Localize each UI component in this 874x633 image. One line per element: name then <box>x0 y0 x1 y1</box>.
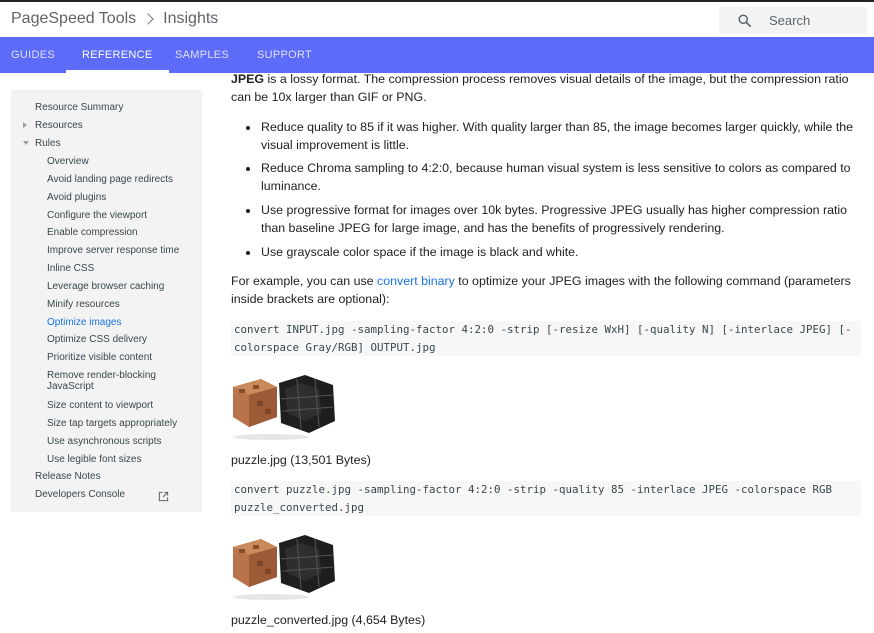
nav-rule-item[interactable]: Avoid landing page redirects <box>47 174 173 185</box>
tab-support[interactable]: SUPPORT <box>257 37 312 73</box>
nav-rule-item[interactable]: Size content to viewport <box>47 400 153 411</box>
nav-resources[interactable]: Resources <box>35 120 83 131</box>
top-header: PageSpeed Tools Insights <box>0 0 874 37</box>
nav-rule-item[interactable]: Improve server response time <box>47 245 179 256</box>
jpeg-intro-text: is a lossy format. The compression proce… <box>231 72 849 104</box>
nav-rules[interactable]: Rules <box>35 138 61 149</box>
nav-rule-item[interactable]: Enable compression <box>47 227 138 238</box>
nav-developers-console[interactable]: Developers Console <box>35 489 169 502</box>
example-paragraph: For example, you can use convert binary … <box>231 273 861 308</box>
chevron-right-icon <box>142 13 154 25</box>
jpeg-term: JPEG <box>231 72 265 86</box>
collapse-arrow-icon[interactable] <box>23 141 29 145</box>
nav-resource-summary[interactable]: Resource Summary <box>35 102 123 113</box>
puzzle-image <box>231 373 335 443</box>
nav-release-notes[interactable]: Release Notes <box>35 471 101 482</box>
tab-samples[interactable]: SAMPLES <box>175 37 229 73</box>
list-item: Use progressive format for images over 1… <box>246 202 861 237</box>
jpeg-intro-paragraph: JPEG is a lossy format. The compression … <box>231 71 861 106</box>
nav-rule-item[interactable]: Prioritize visible content <box>47 352 152 363</box>
convert-binary-link[interactable]: convert binary <box>377 274 455 288</box>
nav-rule-item[interactable]: Minify resources <box>47 299 120 310</box>
nav-rule-item[interactable]: Configure the viewport <box>47 210 147 221</box>
nav-rule-item[interactable]: Avoid plugins <box>47 192 106 203</box>
nav-rule-item[interactable]: Remove render-blocking JavaScript <box>47 370 187 392</box>
nav-rule-item[interactable]: Size tap targets appropriately <box>47 418 177 429</box>
search-box[interactable] <box>719 7 867 34</box>
list-item: Reduce Chroma sampling to 4:2:0, because… <box>246 160 861 195</box>
list-item: Reduce quality to 85 if it was higher. W… <box>246 119 861 154</box>
nav-rule-item[interactable]: Use asynchronous scripts <box>47 436 162 447</box>
nav-rule-item[interactable]: Optimize CSS delivery <box>47 334 147 345</box>
code-block: convert INPUT.jpg -sampling-factor 4:2:0… <box>231 321 861 357</box>
expand-arrow-icon[interactable] <box>23 122 27 128</box>
sidebar-nav: Resource Summary Resources Rules Overvie… <box>11 90 202 512</box>
example-text: For example, you can use <box>231 274 378 288</box>
code-block: convert puzzle.jpg -sampling-factor 4:2:… <box>231 481 861 517</box>
external-link-icon <box>158 491 169 502</box>
search-icon[interactable] <box>737 13 752 28</box>
product-title[interactable]: PageSpeed Tools <box>11 10 136 28</box>
tab-bar: GUIDES REFERENCE SAMPLES SUPPORT <box>0 37 874 73</box>
nav-rule-item[interactable]: Use legible font sizes <box>47 454 142 465</box>
nav-rule-item-active[interactable]: Optimize images <box>47 317 121 328</box>
image-caption: puzzle_converted.jpg (4,654 Bytes) <box>231 613 426 627</box>
list-item: Use grayscale color space if the image i… <box>246 244 861 262</box>
tab-reference[interactable]: REFERENCE <box>66 37 168 73</box>
nav-rule-item[interactable]: Inline CSS <box>47 263 94 274</box>
nav-rule-item[interactable]: Overview <box>47 156 89 167</box>
puzzle-converted-image <box>231 533 335 603</box>
breadcrumb: PageSpeed Tools Insights <box>11 10 218 28</box>
nav-rule-item[interactable]: Leverage browser caching <box>47 281 164 292</box>
search-input[interactable] <box>769 13 859 28</box>
nav-developers-console-label: Developers Console <box>35 489 126 500</box>
section-title[interactable]: Insights <box>163 10 218 28</box>
image-caption: puzzle.jpg (13,501 Bytes) <box>231 453 371 467</box>
tab-guides[interactable]: GUIDES <box>11 37 55 73</box>
